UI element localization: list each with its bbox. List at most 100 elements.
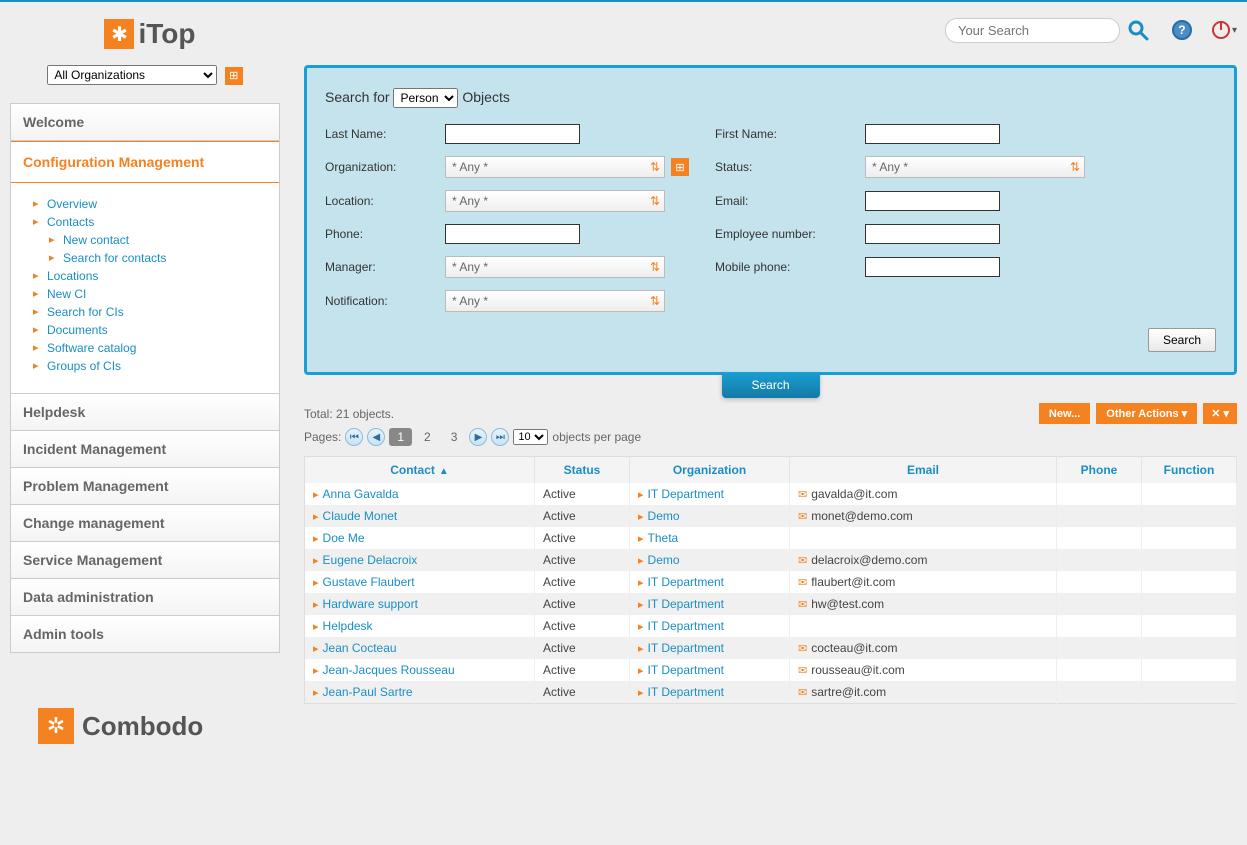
page-next-icon[interactable]: ▶ [469, 428, 487, 446]
sidebar-link-contacts[interactable]: Contacts [47, 215, 94, 229]
per-page-select[interactable]: 10 [513, 429, 548, 445]
contact-link[interactable]: Gustave Flaubert [323, 575, 415, 589]
select-status[interactable]: * Any *⇅ [865, 156, 1085, 178]
sidebar-item-data-administration[interactable]: Data administration [11, 579, 279, 616]
row-caret-icon: ▸ [638, 665, 644, 677]
org-link[interactable]: IT Department [648, 619, 724, 633]
page-2[interactable]: 2 [416, 428, 439, 446]
row-caret-icon: ▸ [313, 577, 319, 589]
org-link[interactable]: IT Department [648, 685, 724, 699]
contact-link[interactable]: Helpdesk [323, 619, 373, 633]
org-link[interactable]: IT Department [648, 487, 724, 501]
itop-icon: ✱ [104, 19, 134, 49]
new-button[interactable]: New... [1039, 403, 1090, 424]
combodo-logo: ✲ Combodo [10, 708, 280, 744]
input-first-name[interactable] [865, 124, 1000, 144]
sidebar-link-new-ci[interactable]: New CI [47, 287, 86, 301]
sidebar-link-search-contacts[interactable]: Search for contacts [63, 251, 166, 265]
sidebar-link-locations[interactable]: Locations [47, 269, 98, 283]
select-location[interactable]: * Any *⇅ [445, 190, 665, 212]
sidebar-config-submenu: Overview Contacts New contact Search for… [11, 183, 279, 394]
col-function[interactable]: Function [1142, 457, 1237, 484]
org-tree-icon[interactable]: ⊞ [225, 67, 243, 85]
sidebar-item-admin-tools[interactable]: Admin tools [11, 616, 279, 652]
org-link[interactable]: Demo [648, 509, 680, 523]
cell-phone [1057, 527, 1142, 549]
cell-phone [1057, 659, 1142, 681]
sidebar-item-problem-management[interactable]: Problem Management [11, 468, 279, 505]
org-tree-inline-icon[interactable]: ⊞ [671, 158, 689, 176]
row-caret-icon: ▸ [638, 599, 644, 611]
row-caret-icon: ▸ [313, 621, 319, 633]
col-organization[interactable]: Organization [630, 457, 790, 484]
tools-button[interactable]: ✕ ▾ [1203, 403, 1237, 424]
input-phone[interactable] [445, 224, 580, 244]
cell-email: flaubert@it.com [811, 575, 895, 589]
other-actions-button[interactable]: Other Actions ▾ [1096, 403, 1197, 424]
row-caret-icon: ▸ [638, 555, 644, 567]
cell-phone [1057, 681, 1142, 704]
table-row: ▸Hardware supportActive▸IT Department✉hw… [305, 593, 1237, 615]
sidebar-item-configuration-management[interactable]: Configuration Management [11, 141, 279, 183]
cell-phone [1057, 549, 1142, 571]
sidebar-link-overview[interactable]: Overview [47, 197, 97, 211]
contact-link[interactable]: Eugene Delacroix [323, 553, 418, 567]
sidebar-item-change-management[interactable]: Change management [11, 505, 279, 542]
pages-label: Pages: [304, 430, 341, 444]
input-employee-number[interactable] [865, 224, 1000, 244]
object-type-select[interactable]: Person [393, 88, 458, 108]
contact-link[interactable]: Doe Me [323, 531, 365, 545]
sidebar-accordion: Welcome Configuration Management Overvie… [10, 103, 280, 653]
org-link[interactable]: IT Department [648, 641, 724, 655]
sidebar-link-software-catalog[interactable]: Software catalog [47, 341, 136, 355]
sidebar-link-search-cis[interactable]: Search for CIs [47, 305, 124, 319]
search-icon[interactable] [1124, 16, 1152, 44]
page-first-icon[interactable]: ⏮ [345, 428, 363, 446]
mail-icon: ✉ [798, 577, 807, 589]
org-link[interactable]: IT Department [648, 663, 724, 677]
cell-status: Active [535, 659, 630, 681]
sidebar-link-documents[interactable]: Documents [47, 323, 108, 337]
select-organization[interactable]: * Any *⇅ [445, 156, 665, 178]
page-prev-icon[interactable]: ◀ [367, 428, 385, 446]
page-last-icon[interactable]: ⏭ [491, 428, 509, 446]
contact-link[interactable]: Jean Cocteau [323, 641, 397, 655]
col-phone[interactable]: Phone [1057, 457, 1142, 484]
sidebar-item-service-management[interactable]: Service Management [11, 542, 279, 579]
sidebar-item-helpdesk[interactable]: Helpdesk [11, 394, 279, 431]
cell-phone [1057, 593, 1142, 615]
logoff-button[interactable]: ▾ [1212, 21, 1237, 39]
contact-link[interactable]: Claude Monet [323, 509, 398, 523]
page-3[interactable]: 3 [443, 428, 466, 446]
contact-link[interactable]: Hardware support [323, 597, 418, 611]
organization-select[interactable]: All Organizations [47, 65, 217, 85]
select-notification[interactable]: * Any *⇅ [445, 290, 665, 312]
org-link[interactable]: Demo [648, 553, 680, 567]
input-email[interactable] [865, 191, 1000, 211]
search-tab[interactable]: Search [721, 372, 819, 398]
contact-link[interactable]: Jean-Paul Sartre [323, 685, 413, 699]
sidebar-link-new-contact[interactable]: New contact [63, 233, 129, 247]
row-caret-icon: ▸ [313, 665, 319, 677]
org-link[interactable]: Theta [648, 531, 679, 545]
page-1[interactable]: 1 [389, 428, 412, 446]
org-link[interactable]: IT Department [648, 597, 724, 611]
sidebar-item-welcome[interactable]: Welcome [11, 104, 279, 141]
col-status[interactable]: Status [535, 457, 630, 484]
contact-link[interactable]: Jean-Jacques Rousseau [323, 663, 455, 677]
sidebar-item-incident-management[interactable]: Incident Management [11, 431, 279, 468]
col-email[interactable]: Email [790, 457, 1057, 484]
sidebar-link-groups-cis[interactable]: Groups of CIs [47, 359, 121, 373]
col-contact[interactable]: Contact▲ [305, 457, 535, 484]
contact-link[interactable]: Anna Gavalda [323, 487, 399, 501]
org-link[interactable]: IT Department [648, 575, 724, 589]
row-caret-icon: ▸ [313, 599, 319, 611]
help-icon[interactable]: ? [1172, 20, 1192, 40]
select-manager[interactable]: * Any *⇅ [445, 256, 665, 278]
global-search-input[interactable] [945, 18, 1120, 43]
label-organization: Organization: [325, 160, 435, 174]
search-button[interactable]: Search [1148, 328, 1216, 352]
cell-function [1142, 549, 1237, 571]
input-mobile-phone[interactable] [865, 257, 1000, 277]
input-last-name[interactable] [445, 124, 580, 144]
